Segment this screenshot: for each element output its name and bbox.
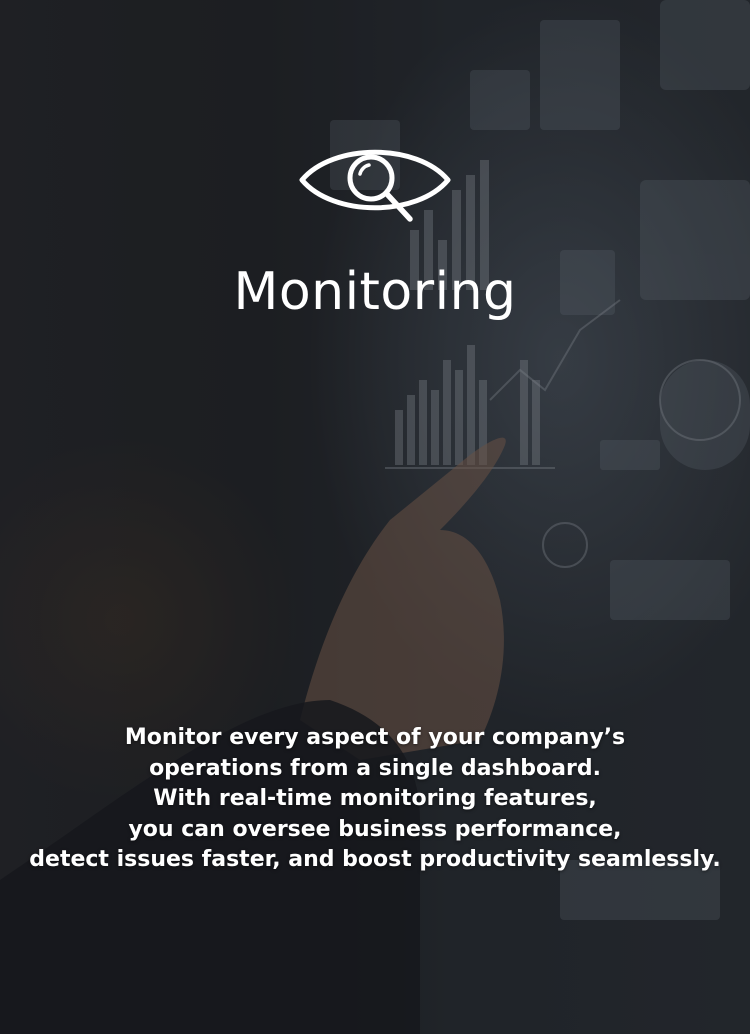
eye-with-magnifier-icon <box>299 149 451 222</box>
monitoring-hero: Monitoring Monitor every aspect of your … <box>0 0 750 1034</box>
description-line: Monitor every aspect of your company’s <box>124 725 626 750</box>
description: Monitor every aspect of your company’s o… <box>0 723 750 876</box>
page-title: Monitoring <box>233 262 517 322</box>
description-line: With real-time monitoring features, <box>153 786 597 811</box>
description-line: detect issues faster, and boost producti… <box>29 847 721 872</box>
description-line: operations from a single dashboard. <box>149 755 601 781</box>
description-line: you can oversee business performance, <box>128 816 622 842</box>
